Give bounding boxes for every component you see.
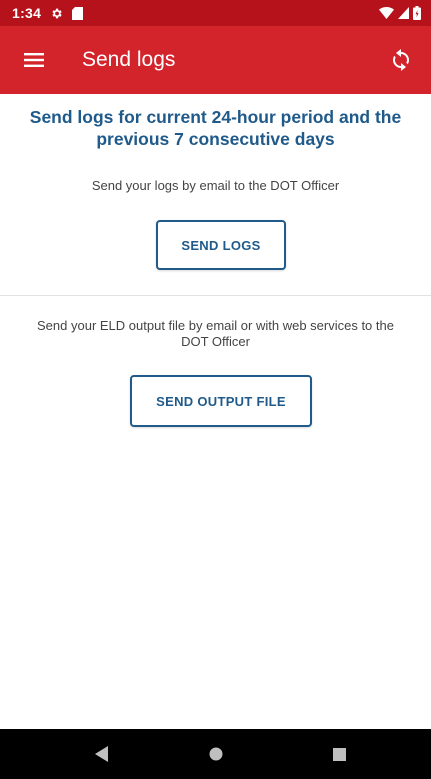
send-logs-section: Send logs for current 24-hour period and… [0,94,431,294]
settings-icon [50,7,63,20]
sd-card-icon [72,6,84,20]
send-output-file-button[interactable]: SEND OUTPUT FILE [130,375,312,427]
sync-icon[interactable] [387,46,415,74]
status-time: 1:34 [12,5,42,21]
battery-icon [413,6,421,20]
send-logs-heading: Send logs for current 24-hour period and… [29,107,402,149]
back-icon[interactable] [72,729,132,779]
wifi-icon [379,7,394,19]
send-logs-description: Send your logs by email to the DOT Offic… [91,178,340,193]
recents-icon[interactable] [309,729,369,779]
output-file-description: Send your ELD output file by email or wi… [37,318,394,349]
send-logs-button[interactable]: SEND LOGS [156,220,286,270]
section-divider [0,295,431,296]
page-title: Send logs [82,48,176,71]
signal-icon [398,7,409,19]
status-bar: 1:34 [0,0,431,26]
app-bar: Send logs [0,26,431,94]
hamburger-menu-icon[interactable] [22,48,46,72]
system-nav-bar [0,729,431,779]
status-bar-right [379,6,421,20]
status-bar-left: 1:34 [12,5,84,21]
home-icon[interactable] [186,729,246,779]
